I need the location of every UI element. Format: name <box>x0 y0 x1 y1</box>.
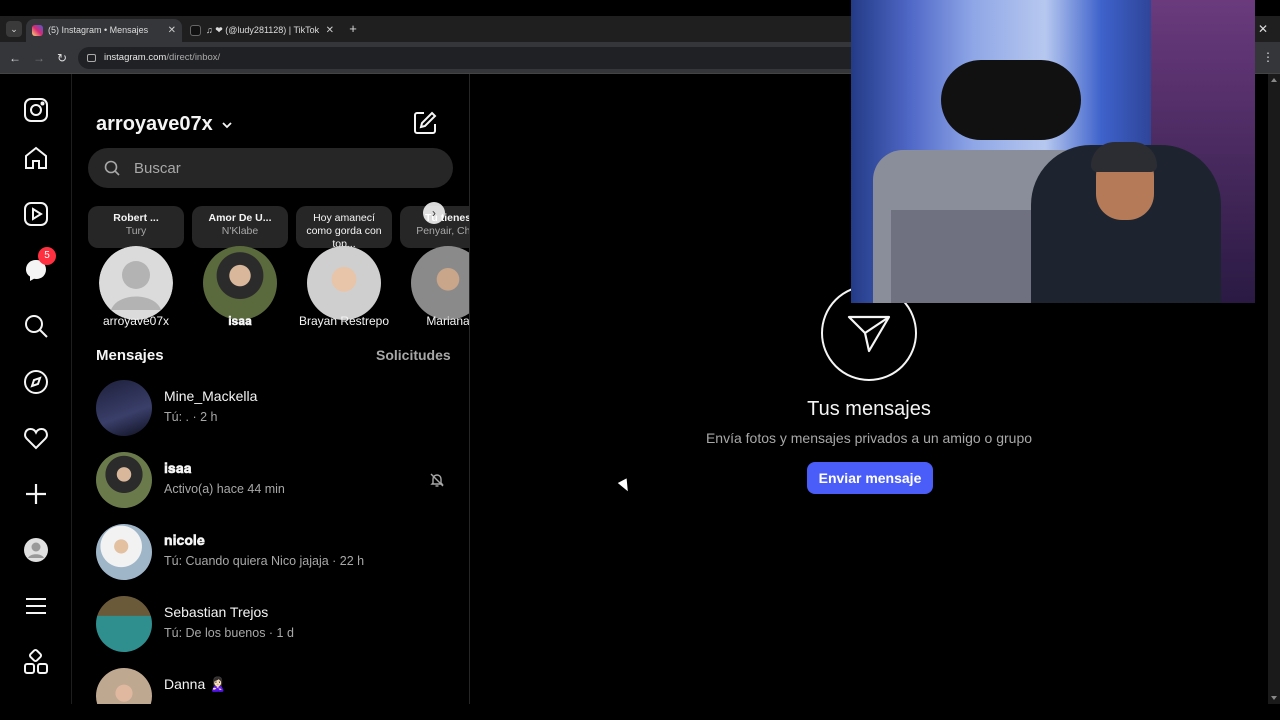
avatar <box>96 668 152 704</box>
avatar <box>99 246 173 320</box>
thread-name: 𝐢𝐬𝐚𝐚 <box>164 460 192 476</box>
reels-icon[interactable] <box>22 200 50 228</box>
dm-panel: arroyave07x Robert ... Tury arroyave0 <box>72 74 470 704</box>
thread-row[interactable]: Danna 🙎🏻‍♀️ <box>72 660 469 704</box>
empty-state-subtitle: Envía fotos y mensajes privados a un ami… <box>705 430 1033 446</box>
note-bubble: Robert ... Tury <box>88 206 184 248</box>
close-tab-icon[interactable]: ✕ <box>168 19 176 42</box>
url-path: /direct/inbox/ <box>166 52 221 63</box>
notes-row: Robert ... Tury arroyave07x Amor De U...… <box>88 206 470 332</box>
close-tab-icon[interactable]: ✕ <box>326 19 334 42</box>
scroll-down-icon[interactable] <box>1271 696 1277 700</box>
note-name: arroyave07x <box>102 314 170 328</box>
thread-row[interactable]: 𝐢𝐬𝐚𝐚 Activo(a) hace 44 min <box>72 444 469 516</box>
tab-tiktok[interactable]: ♫ ❤ (@ludy281128) | TikTok ✕ <box>184 19 340 42</box>
new-message-icon[interactable] <box>412 110 438 136</box>
note-bubble: Hoy amanecí como gorda con top... <box>296 206 392 248</box>
site-info-icon[interactable] <box>87 54 96 62</box>
thread-row[interactable]: Sebastian Trejos Tú: De los buenos · 1 d <box>72 588 469 660</box>
avatar <box>96 452 152 508</box>
requests-link[interactable]: Solicitudes <box>376 347 451 363</box>
note-item[interactable]: Amor De U... N'Klabe 𝐢𝐬𝐚𝐚 <box>192 206 288 330</box>
tab-title: (5) Instagram • Mensajes <box>48 25 149 35</box>
search-box[interactable] <box>88 148 453 188</box>
thread-row[interactable]: 𝐧𝐢𝐜𝐨𝐥𝐞 Tú: Cuando quiera Nico jajaja · 2… <box>72 516 469 588</box>
messenger-icon[interactable]: 5 <box>22 247 56 284</box>
screen-bottom-bar <box>0 704 1280 720</box>
note-item[interactable]: Robert ... Tury arroyave07x <box>88 206 184 330</box>
page-scrollbar[interactable] <box>1268 74 1280 704</box>
note-title: Amor De U... <box>208 212 272 224</box>
apps-grid-icon[interactable] <box>22 648 50 676</box>
browser-menu-icon[interactable]: ⋮ <box>1262 50 1274 64</box>
empty-state-title: Tus mensajes <box>807 398 931 420</box>
note-title: Hoy amanecí como gorda con top... <box>306 212 382 248</box>
avatar <box>203 246 277 320</box>
avatar <box>96 524 152 580</box>
avatar <box>307 246 381 320</box>
messages-heading: Mensajes <box>96 347 164 364</box>
note-name: Brayan Restrepo <box>298 314 390 328</box>
webcam-cap <box>1091 142 1157 172</box>
thread-name: Danna 🙎🏻‍♀️ <box>164 676 227 692</box>
thread-preview: Activo(a) hace 44 min <box>164 482 285 496</box>
muted-bell-icon <box>429 472 445 488</box>
avatar <box>96 596 152 652</box>
heart-icon[interactable] <box>22 424 50 452</box>
webcam-overlay <box>851 0 1255 303</box>
reload-button[interactable]: ↻ <box>55 50 69 66</box>
note-title: Robert ... <box>113 212 159 224</box>
explore-icon[interactable] <box>22 368 50 396</box>
tiktok-favicon-icon <box>190 25 201 36</box>
thread-preview: Tú: . · 2 h <box>164 410 218 424</box>
chevron-down-icon[interactable] <box>220 118 234 132</box>
send-message-button[interactable]: Enviar mensaje <box>807 462 933 494</box>
note-subtitle: N'Klabe <box>221 225 259 237</box>
back-button[interactable]: ← <box>8 50 22 66</box>
tab-title: ♫ ❤ (@ludy281128) | TikTok <box>206 25 320 35</box>
webcam-motorcycle <box>941 60 1081 140</box>
thread-row[interactable]: Mine_Mackella Tú: . · 2 h <box>72 372 469 444</box>
search-input[interactable] <box>134 148 434 188</box>
tab-search-button[interactable]: ⌄ <box>6 21 22 37</box>
note-name: 𝐢𝐬𝐚𝐚 <box>228 314 252 328</box>
avatar <box>411 246 469 320</box>
instagram-favicon-icon <box>32 25 43 36</box>
window-close-icon[interactable]: ✕ <box>1258 22 1268 36</box>
mouse-cursor-icon <box>617 478 633 494</box>
url-host: instagram.com <box>104 52 167 63</box>
note-subtitle: Tury <box>125 225 147 237</box>
note-name: Mariana <box>426 314 470 328</box>
instagram-logo-icon[interactable] <box>22 96 50 124</box>
home-icon[interactable] <box>22 144 50 172</box>
avatar <box>96 380 152 436</box>
search-icon <box>104 160 120 176</box>
scroll-up-icon[interactable] <box>1271 78 1277 82</box>
nav-rail: 5 <box>0 74 72 704</box>
tab-instagram[interactable]: (5) Instagram • Mensajes ✕ <box>26 19 182 42</box>
note-subtitle: Penyair, Char <box>416 225 470 237</box>
account-switcher[interactable]: arroyave07x <box>96 113 213 136</box>
forward-button[interactable]: → <box>32 50 46 66</box>
create-plus-icon[interactable] <box>22 480 50 508</box>
note-item[interactable]: Tú tienes Penyair, Char Mariana <box>400 206 470 330</box>
profile-avatar-icon[interactable] <box>22 536 50 564</box>
thread-preview: Tú: De los buenos · 1 d <box>164 626 294 640</box>
chevron-right-icon[interactable]: › <box>423 202 445 224</box>
thread-preview: Tú: Cuando quiera Nico jajaja · 22 h <box>164 554 365 568</box>
messenger-badge: 5 <box>38 247 56 265</box>
new-tab-button[interactable]: + <box>346 20 360 38</box>
thread-name: Mine_Mackella <box>164 388 258 404</box>
note-bubble: Amor De U... N'Klabe <box>192 206 288 248</box>
thread-name: 𝐧𝐢𝐜𝐨𝐥𝐞 <box>164 532 205 548</box>
menu-icon[interactable] <box>22 592 50 620</box>
thread-name: Sebastian Trejos <box>164 604 269 620</box>
search-icon[interactable] <box>22 312 50 340</box>
note-item[interactable]: Hoy amanecí como gorda con top... Brayan… <box>296 206 392 330</box>
